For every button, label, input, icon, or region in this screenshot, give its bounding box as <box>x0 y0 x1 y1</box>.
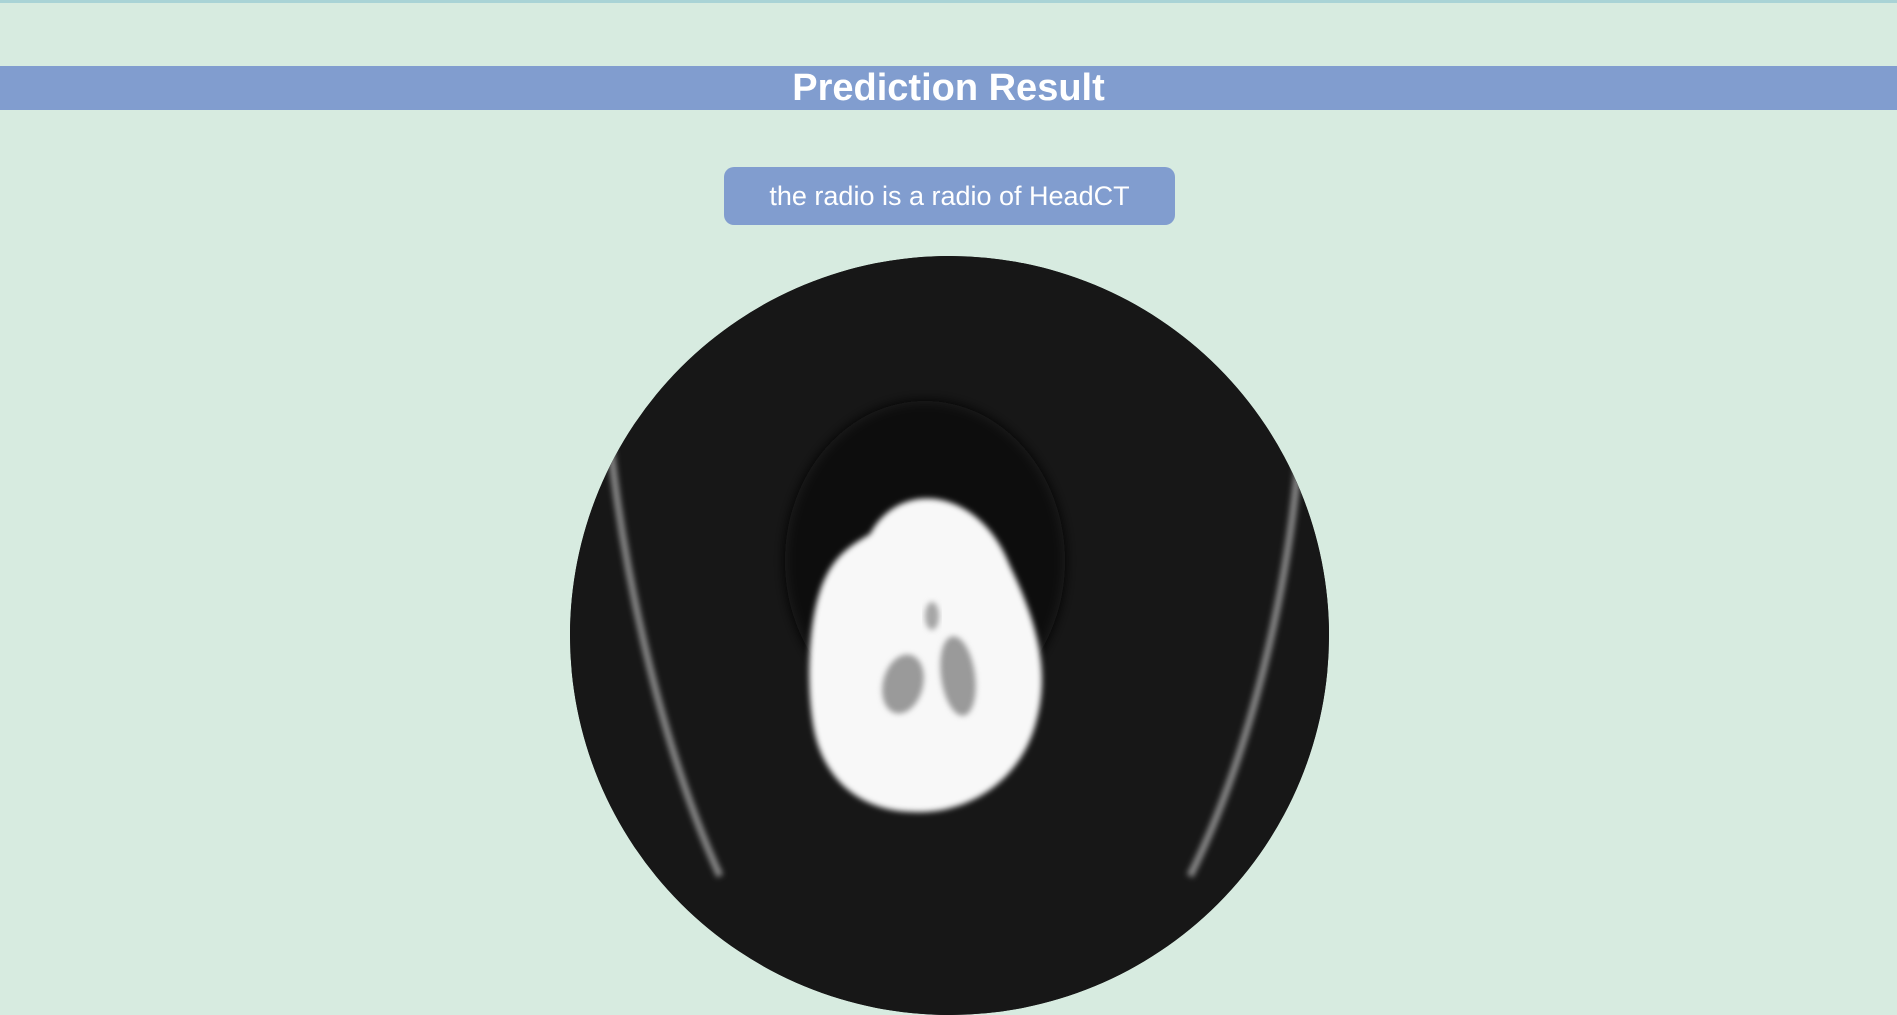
title-bar: Prediction Result <box>0 66 1897 110</box>
prediction-result-badge: the radio is a radio of HeadCT <box>724 167 1175 225</box>
top-border-line <box>0 0 1897 3</box>
headct-scan-image <box>570 256 1329 1015</box>
page-title: Prediction Result <box>792 67 1105 109</box>
scan-image <box>570 256 1329 1015</box>
prediction-result-text: the radio is a radio of HeadCT <box>769 180 1130 211</box>
